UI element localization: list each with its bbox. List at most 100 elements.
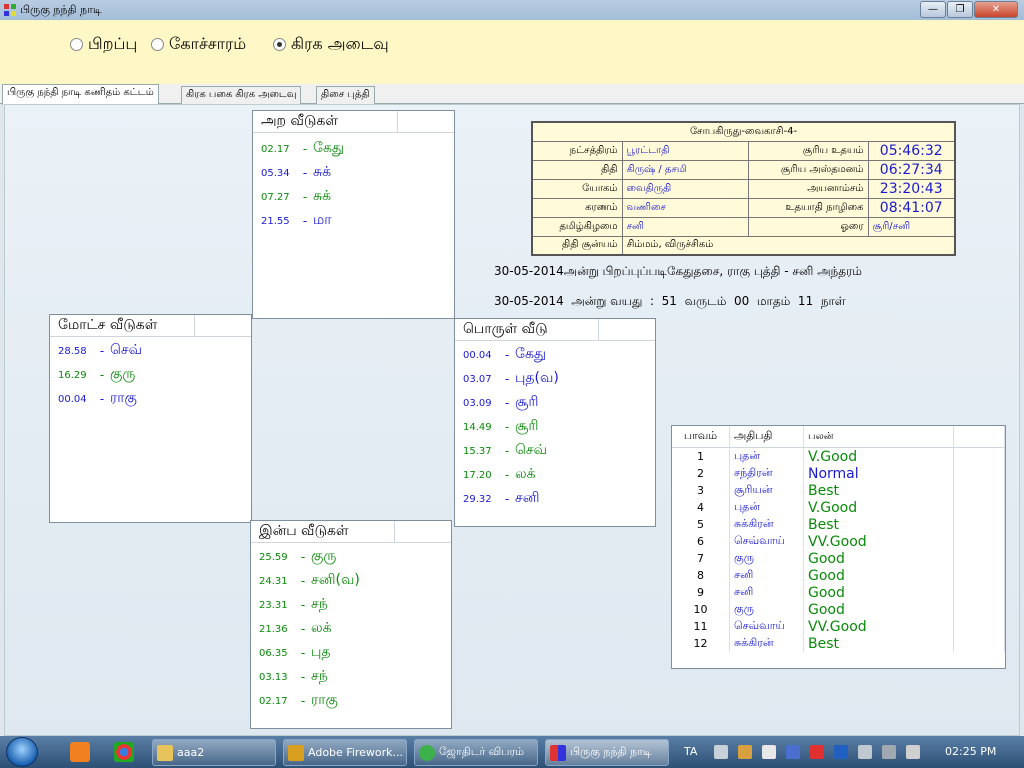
- inba-row: 02.17- ராகு: [251, 689, 451, 713]
- radio-planet-position[interactable]: கிரக அடைவு: [273, 34, 389, 55]
- task-brigu-nandi[interactable]: பிருகு நந்தி நாடி: [545, 739, 669, 766]
- separator-dash: -: [99, 392, 105, 406]
- bhava-number: 11: [672, 618, 730, 635]
- bluetooth-icon[interactable]: [786, 745, 800, 759]
- tithi-label: திதி: [531, 159, 623, 180]
- bhava-row: 1 புதன் V.Good: [672, 448, 1005, 465]
- start-button[interactable]: [6, 737, 38, 767]
- task-aaa2[interactable]: aaa2: [152, 739, 276, 766]
- task-fireworks[interactable]: Adobe Firework...: [283, 739, 407, 766]
- separator-dash: -: [300, 646, 306, 660]
- radio-transit-circle[interactable]: [151, 38, 164, 51]
- planet-name: சூரி: [515, 418, 539, 434]
- hora-label: ஓரை: [747, 216, 869, 237]
- bhava-row: 12 சுக்கிரன் Best: [672, 635, 1005, 652]
- bhava-blank-cell: [954, 482, 1005, 499]
- minimize-button[interactable]: —: [920, 1, 946, 18]
- separator-dash: -: [302, 142, 308, 156]
- bhava-lord: குரு: [730, 601, 804, 618]
- bhava-blank-cell: [954, 618, 1005, 635]
- degree: 00.04: [58, 393, 87, 405]
- radio-birth-circle[interactable]: [70, 38, 83, 51]
- vlc-icon[interactable]: [70, 742, 90, 762]
- bhava-row: 3 சூரியன் Best: [672, 482, 1005, 499]
- bhava-result: VV.Good: [804, 618, 954, 635]
- udayadi-label: உதயாதி நாழிகை: [747, 197, 869, 218]
- bhava-lord: சனி: [730, 584, 804, 601]
- separator-dash: -: [300, 598, 306, 612]
- bhava-number: 5: [672, 516, 730, 533]
- inba-houses-box: இன்ப வீடுகள் 25.59- குரு 24.31- சனி(வ) 23.31…: [250, 520, 452, 729]
- restore-button[interactable]: ❐: [947, 1, 973, 18]
- volume-icon[interactable]: [858, 745, 872, 759]
- bhava-table-body: 1 புதன் V.Good 2 சந்திரன் Normal 3 சூரியன் Best 4…: [672, 448, 1005, 652]
- separator-dash: -: [302, 166, 308, 180]
- age-line: 30-05-2014 அன்று வயது : 51 வருடம் 00 மாத…: [494, 294, 846, 308]
- bhava-lord: சூரியன்: [730, 482, 804, 499]
- bhava-lord: சந்திரன்: [730, 465, 804, 482]
- close-button[interactable]: ✕: [974, 1, 1018, 18]
- tray-app-icon[interactable]: [738, 745, 752, 759]
- degree: 28.58: [58, 345, 87, 357]
- inba-row: 23.31- சந்: [251, 593, 451, 617]
- tab-nandi-chart[interactable]: பிருகு நந்தி நாடி கணிதம் கட்டம்: [2, 84, 159, 105]
- title-bar[interactable]: பிருகு நந்தி நாடி — ❐ ✕: [0, 0, 1024, 20]
- bhava-result: VV.Good: [804, 533, 954, 550]
- action-center-icon[interactable]: [906, 745, 920, 759]
- language-indicator[interactable]: TA: [684, 745, 697, 758]
- task-astrologer-details[interactable]: ஜோதிடர் விபரம்: [414, 739, 538, 766]
- moksha-row: 16.29- குரு: [50, 363, 251, 387]
- nakshatra-value: பூரட்டாதி: [621, 140, 749, 161]
- ara-houses-title: அற வீடுகள்: [253, 111, 454, 133]
- hora-value: சூரி/சனி: [867, 216, 956, 237]
- bhava-blank-cell: [954, 499, 1005, 516]
- radio-transit[interactable]: கோச்சாரம்: [151, 34, 246, 55]
- ara-houses-box: அற வீடுகள் 02.17- கேது 05.34- சுக் 07.27- சுக…: [252, 110, 455, 319]
- bhava-number: 10: [672, 601, 730, 618]
- radio-planet-position-circle[interactable]: [273, 38, 286, 51]
- bhava-row: 2 சந்திரன் Normal: [672, 465, 1005, 482]
- degree: 21.36: [259, 623, 288, 635]
- planet-name: செவ்: [515, 442, 548, 458]
- moksha-houses-box: மோட்ச வீடுகள் 28.58- செவ் 16.29- குரு 00.04-…: [49, 314, 252, 523]
- tab-dasa-bhukti[interactable]: திசை புத்தி: [316, 86, 375, 104]
- bhava-number: 1: [672, 448, 730, 465]
- planet-name: செவ்: [110, 342, 143, 358]
- clock[interactable]: 02:25 PM: [945, 745, 996, 758]
- bhava-blank-cell: [954, 550, 1005, 567]
- bhava-row: 7 குரு Good: [672, 550, 1005, 567]
- bhava-col-header: பாவம்: [672, 426, 730, 447]
- tab-enemy-planets[interactable]: கிரக பகை கிரக அடைவு: [181, 86, 302, 104]
- network-icon[interactable]: [882, 745, 896, 759]
- bhava-number: 4: [672, 499, 730, 516]
- degree: 05.34: [261, 167, 290, 179]
- chrome-icon[interactable]: [114, 742, 134, 762]
- tray-c-icon[interactable]: [834, 745, 848, 759]
- separator-dash: -: [99, 368, 105, 382]
- separator-dash: -: [504, 492, 510, 506]
- planet-name: சனி: [515, 490, 540, 506]
- separator-dash: -: [99, 344, 105, 358]
- tray-expand-icon[interactable]: [714, 745, 728, 759]
- tray-tools-icon[interactable]: [762, 745, 776, 759]
- bhava-table: பாவம் அதிபதி பலன் 1 புதன் V.Good 2 சந்திரன் N…: [671, 425, 1006, 669]
- porul-row: 14.49- சூரி: [455, 415, 655, 439]
- moksha-row: 28.58- செவ்: [50, 339, 251, 363]
- bhava-row: 6 செவ்வாய் VV.Good: [672, 533, 1005, 550]
- astrology-icon: [419, 744, 435, 761]
- degree: 16.29: [58, 369, 87, 381]
- panchang-header: சோபகிருது-வைகாசி-4-: [531, 121, 956, 142]
- bhava-row: 11 செவ்வாய் VV.Good: [672, 618, 1005, 635]
- separator-dash: -: [504, 372, 510, 386]
- bhava-blank-cell: [954, 635, 1005, 652]
- antivirus-icon[interactable]: [810, 745, 824, 759]
- degree: 03.07: [463, 373, 492, 385]
- radio-birth[interactable]: பிறப்பு: [70, 34, 137, 55]
- sunrise-label: சூரிய உதயம்: [747, 140, 869, 161]
- bhava-blank-cell: [954, 448, 1005, 465]
- bhava-lord: செவ்வாய்: [730, 618, 804, 635]
- planet-name: சுக்: [313, 188, 332, 204]
- ara-row: 02.17- கேது: [253, 137, 454, 161]
- separator-dash: -: [504, 468, 510, 482]
- ara-row: 21.55- மா: [253, 209, 454, 233]
